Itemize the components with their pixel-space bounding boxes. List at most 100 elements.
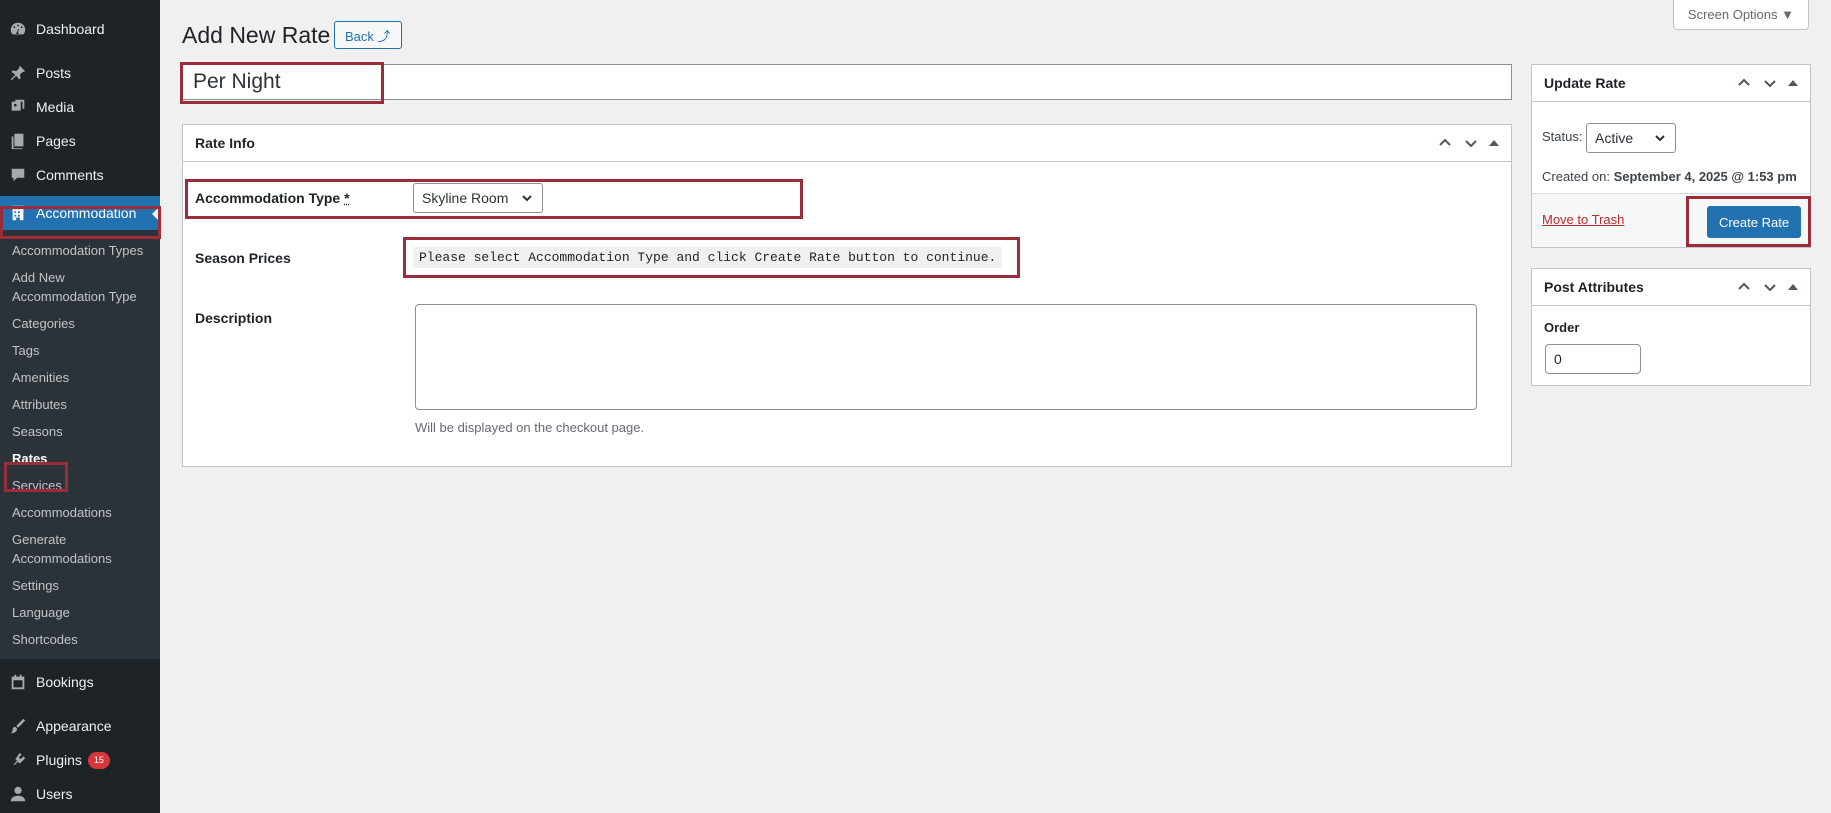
menu-label: Accommodation — [36, 205, 137, 221]
created-on-row: Created on: September 4, 2025 @ 1:53 pm — [1542, 169, 1797, 184]
comments-icon — [8, 165, 28, 185]
rate-info-handles — [1437, 135, 1499, 151]
move-down-icon[interactable] — [1762, 279, 1778, 295]
description-hint: Will be displayed on the checkout page. — [415, 420, 645, 435]
created-value: September 4, 2025 @ 1:53 pm — [1613, 169, 1797, 184]
move-up-icon[interactable] — [1736, 279, 1752, 295]
menu-label: Dashboard — [36, 21, 105, 37]
submenu-add-new-accommodation-type[interactable]: Add New Accommodation Type — [0, 264, 160, 310]
accommodation-type-select[interactable]: Skyline Room — [413, 183, 543, 213]
pin-icon — [8, 63, 28, 83]
menu-pages[interactable]: Pages — [0, 124, 160, 158]
dashboard-icon — [8, 19, 28, 39]
submenu-generate-accommodations[interactable]: Generate Accommodations — [0, 526, 160, 572]
brush-icon — [8, 716, 28, 736]
status-value: Active — [1595, 130, 1634, 146]
accommodation-type-label: Accommodation Type — [195, 190, 341, 206]
submenu-services[interactable]: Services — [0, 472, 160, 499]
menu-label: Posts — [36, 65, 72, 81]
back-button[interactable]: Back ⤴ — [334, 21, 402, 49]
media-icon — [8, 97, 28, 117]
status-select[interactable]: Active — [1586, 123, 1676, 153]
description-row: Description — [195, 310, 272, 326]
chevron-down-icon — [1655, 135, 1665, 142]
accommodation-type-value: Skyline Room — [422, 190, 509, 206]
required-mark: * — [344, 190, 350, 206]
menu-label: Appearance — [36, 718, 112, 734]
menu-appearance[interactable]: Appearance — [0, 709, 160, 743]
update-rate-title: Update Rate — [1544, 75, 1626, 91]
post-title-input[interactable]: Per Night — [182, 64, 1512, 100]
submenu-rates[interactable]: Rates — [0, 445, 160, 472]
toggle-panel-icon[interactable] — [1788, 80, 1798, 86]
create-rate-button[interactable]: Create Rate — [1707, 206, 1801, 238]
chevron-down-icon — [522, 195, 532, 202]
update-rate-header: Update Rate — [1532, 65, 1810, 102]
menu-bookings[interactable]: Bookings — [0, 665, 160, 699]
accommodation-type-row: Accommodation Type * — [195, 190, 350, 206]
move-down-icon[interactable] — [1762, 75, 1778, 91]
submenu-accommodation-types[interactable]: Accommodation Types — [0, 237, 160, 264]
menu-media[interactable]: Media — [0, 90, 160, 124]
menu-label: Bookings — [36, 674, 94, 690]
calendar-icon — [8, 672, 28, 692]
accommodation-submenu: Accommodation Types Add New Accommodatio… — [0, 230, 160, 659]
building-icon — [8, 203, 28, 223]
menu-label: Plugins — [36, 752, 82, 768]
move-up-icon[interactable] — [1437, 135, 1453, 151]
post-title-value: Per Night — [193, 70, 281, 93]
order-input[interactable]: 0 — [1545, 344, 1641, 374]
update-rate-handles — [1736, 75, 1798, 91]
order-label: Order — [1544, 320, 1580, 335]
users-icon — [8, 784, 28, 804]
rate-info-box: Rate Info Accommodation Type * Skyline R… — [182, 124, 1512, 467]
menu-accommodation[interactable]: Accommodation — [0, 196, 160, 230]
plugin-icon — [8, 750, 28, 770]
submenu-accommodations[interactable]: Accommodations — [0, 499, 160, 526]
submenu-attributes[interactable]: Attributes — [0, 391, 160, 418]
order-value: 0 — [1554, 351, 1562, 367]
submenu-seasons[interactable]: Seasons — [0, 418, 160, 445]
toggle-panel-icon[interactable] — [1489, 140, 1499, 146]
status-label: Status: — [1542, 129, 1583, 144]
season-prices-label: Season Prices — [195, 250, 291, 266]
submenu-amenities[interactable]: Amenities — [0, 364, 160, 391]
post-attributes-handles — [1736, 279, 1798, 295]
menu-comments[interactable]: Comments — [0, 158, 160, 192]
move-to-trash-link[interactable]: Move to Trash — [1542, 212, 1624, 227]
admin-sidebar: Dashboard Posts Media Pages Comments Acc… — [0, 0, 160, 813]
pages-icon — [8, 131, 28, 151]
post-attributes-box: Post Attributes Order 0 — [1531, 268, 1811, 386]
menu-plugins[interactable]: Plugins 15 — [0, 743, 160, 777]
description-textarea[interactable] — [415, 304, 1477, 410]
current-arrow — [152, 206, 160, 222]
menu-label: Media — [36, 99, 75, 115]
menu-label: Pages — [36, 133, 76, 149]
post-attributes-header: Post Attributes — [1532, 269, 1810, 306]
created-label: Created on: — [1542, 169, 1610, 184]
screen-options-button[interactable]: Screen Options ▼ — [1672, 0, 1809, 30]
rate-info-header: Rate Info — [183, 125, 1511, 162]
menu-label: Users — [36, 786, 73, 802]
main-content: Add New Rate Back ⤴ Screen Options ▼ Per… — [160, 0, 1831, 813]
description-label: Description — [195, 310, 273, 326]
plugins-update-badge: 15 — [87, 751, 110, 769]
submenu-shortcodes[interactable]: Shortcodes — [0, 626, 160, 653]
move-up-icon[interactable] — [1736, 75, 1752, 91]
submenu-tags[interactable]: Tags — [0, 337, 160, 364]
menu-posts[interactable]: Posts — [0, 56, 160, 90]
menu-dashboard[interactable]: Dashboard — [0, 12, 160, 46]
update-rate-box: Update Rate Status: Active Created on: S… — [1531, 64, 1811, 248]
move-down-icon[interactable] — [1463, 135, 1479, 151]
submenu-categories[interactable]: Categories — [0, 310, 160, 337]
season-prices-note: Please select Accommodation Type and cli… — [413, 247, 1003, 268]
rate-info-title: Rate Info — [195, 135, 255, 151]
menu-label: Comments — [36, 167, 104, 183]
season-prices-row: Season Prices — [195, 250, 291, 266]
submenu-settings[interactable]: Settings — [0, 572, 160, 599]
menu-users[interactable]: Users — [0, 777, 160, 811]
post-attributes-title: Post Attributes — [1544, 279, 1644, 295]
page-title: Add New Rate — [182, 22, 331, 48]
toggle-panel-icon[interactable] — [1788, 284, 1798, 290]
submenu-language[interactable]: Language — [0, 599, 160, 626]
